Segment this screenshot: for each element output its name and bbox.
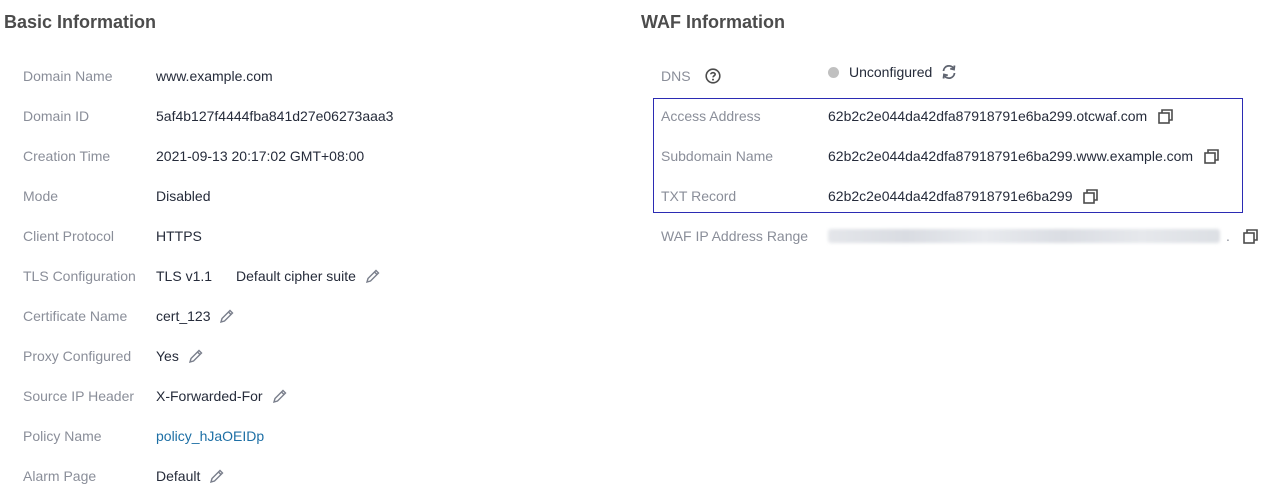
- domain-name-label: Domain Name: [23, 68, 113, 84]
- edit-icon[interactable]: [219, 308, 235, 324]
- txt-record-row: TXT Record 62b2c2e044da42dfa87918791e6ba…: [641, 186, 1261, 206]
- access-address-text: 62b2c2e044da42dfa87918791e6ba299.otcwaf.…: [828, 108, 1148, 124]
- status-dot: [828, 66, 839, 78]
- waf-ip-range-value: .: [828, 228, 1259, 245]
- proxy-configured-label: Proxy Configured: [23, 348, 132, 364]
- tls-configuration-value: TLS v1.1 Default cipher suite: [156, 268, 381, 284]
- copy-icon[interactable]: [1157, 108, 1174, 125]
- copy-icon[interactable]: [1203, 148, 1220, 165]
- source-ip-header-value: X-Forwarded-For: [156, 388, 288, 404]
- ip-range-ellipsis: .: [1226, 228, 1230, 244]
- cipher-suite-text: Default cipher suite: [236, 268, 356, 284]
- edit-icon[interactable]: [188, 348, 204, 364]
- proxy-configured-row: Proxy Configured Yes: [0, 346, 620, 366]
- edit-icon[interactable]: [365, 268, 381, 284]
- policy-name-link[interactable]: policy_hJaOEIDp: [156, 428, 264, 444]
- domain-id-value: 5af4b127f4444fba841d27e06273aaa3: [156, 108, 394, 124]
- domain-name-value: www.example.com: [156, 68, 273, 84]
- mode-row: Mode Disabled: [0, 186, 620, 206]
- domain-id-row: Domain ID 5af4b127f4444fba841d27e06273aa…: [0, 106, 620, 126]
- source-ip-header-text: X-Forwarded-For: [156, 388, 263, 404]
- access-address-label: Access Address: [661, 108, 761, 124]
- mode-value: Disabled: [156, 188, 211, 204]
- domain-name-row: Domain Name www.example.com: [0, 66, 620, 86]
- copy-icon[interactable]: [1082, 188, 1099, 205]
- subdomain-name-value: 62b2c2e044da42dfa87918791e6ba299.www.exa…: [828, 148, 1220, 165]
- certificate-name-row: Certificate Name cert_123: [0, 306, 620, 326]
- help-icon[interactable]: [705, 68, 721, 84]
- subdomain-name-text: 62b2c2e044da42dfa87918791e6ba299.www.exa…: [828, 148, 1194, 164]
- subdomain-name-label: Subdomain Name: [661, 148, 774, 164]
- txt-record-label: TXT Record: [661, 188, 737, 204]
- creation-time-label: Creation Time: [23, 148, 111, 164]
- refresh-icon[interactable]: [940, 63, 958, 81]
- redacted-ip-range: [828, 229, 1220, 243]
- certificate-name-value: cert_123: [156, 308, 235, 324]
- creation-time-value: 2021-09-13 20:17:02 GMT+08:00: [156, 148, 365, 164]
- copy-icon[interactable]: [1242, 228, 1259, 245]
- access-address-row: Access Address 62b2c2e044da42dfa87918791…: [641, 106, 1261, 126]
- tls-version-text: TLS v1.1: [156, 268, 213, 284]
- waf-information-title: WAF Information: [641, 12, 785, 32]
- source-ip-header-row: Source IP Header X-Forwarded-For: [0, 386, 620, 406]
- txt-record-text: 62b2c2e044da42dfa87918791e6ba299: [828, 188, 1073, 204]
- tls-configuration-label: TLS Configuration: [23, 268, 136, 284]
- edit-icon[interactable]: [272, 388, 288, 404]
- certificate-name-label: Certificate Name: [23, 308, 128, 324]
- waf-ip-range-row: WAF IP Address Range .: [641, 226, 1261, 246]
- domain-id-label: Domain ID: [23, 108, 90, 124]
- client-protocol-label: Client Protocol: [23, 228, 115, 244]
- edit-icon[interactable]: [209, 468, 225, 484]
- proxy-configured-text: Yes: [156, 348, 179, 364]
- basic-information-title: Basic Information: [4, 12, 157, 32]
- client-protocol-value: HTTPS: [156, 228, 202, 244]
- subdomain-name-row: Subdomain Name 62b2c2e044da42dfa87918791…: [641, 146, 1261, 166]
- dns-row: DNS Unconfigured: [641, 63, 1261, 86]
- alarm-page-label: Alarm Page: [23, 468, 97, 484]
- policy-name-row: Policy Name policy_hJaOEIDp: [0, 426, 620, 446]
- access-address-value: 62b2c2e044da42dfa87918791e6ba299.otcwaf.…: [828, 108, 1174, 125]
- alarm-page-row: Alarm Page Default: [0, 466, 620, 486]
- tls-configuration-row: TLS Configuration TLS v1.1 Default ciphe…: [0, 266, 620, 286]
- proxy-configured-value: Yes: [156, 348, 204, 364]
- waf-ip-range-label: WAF IP Address Range: [661, 228, 809, 244]
- mode-label: Mode: [23, 188, 59, 204]
- dns-label: DNS: [661, 68, 691, 84]
- certificate-name-text: cert_123: [156, 308, 211, 324]
- source-ip-header-label: Source IP Header: [23, 388, 135, 404]
- dns-status: Unconfigured: [828, 63, 958, 81]
- policy-name-label: Policy Name: [23, 428, 102, 444]
- txt-record-value: 62b2c2e044da42dfa87918791e6ba299: [828, 188, 1099, 205]
- alarm-page-text: Default: [156, 468, 201, 484]
- alarm-page-value: Default: [156, 468, 225, 484]
- dns-status-text: Unconfigured: [849, 64, 933, 80]
- client-protocol-row: Client Protocol HTTPS: [0, 226, 620, 246]
- creation-time-row: Creation Time 2021-09-13 20:17:02 GMT+08…: [0, 146, 620, 166]
